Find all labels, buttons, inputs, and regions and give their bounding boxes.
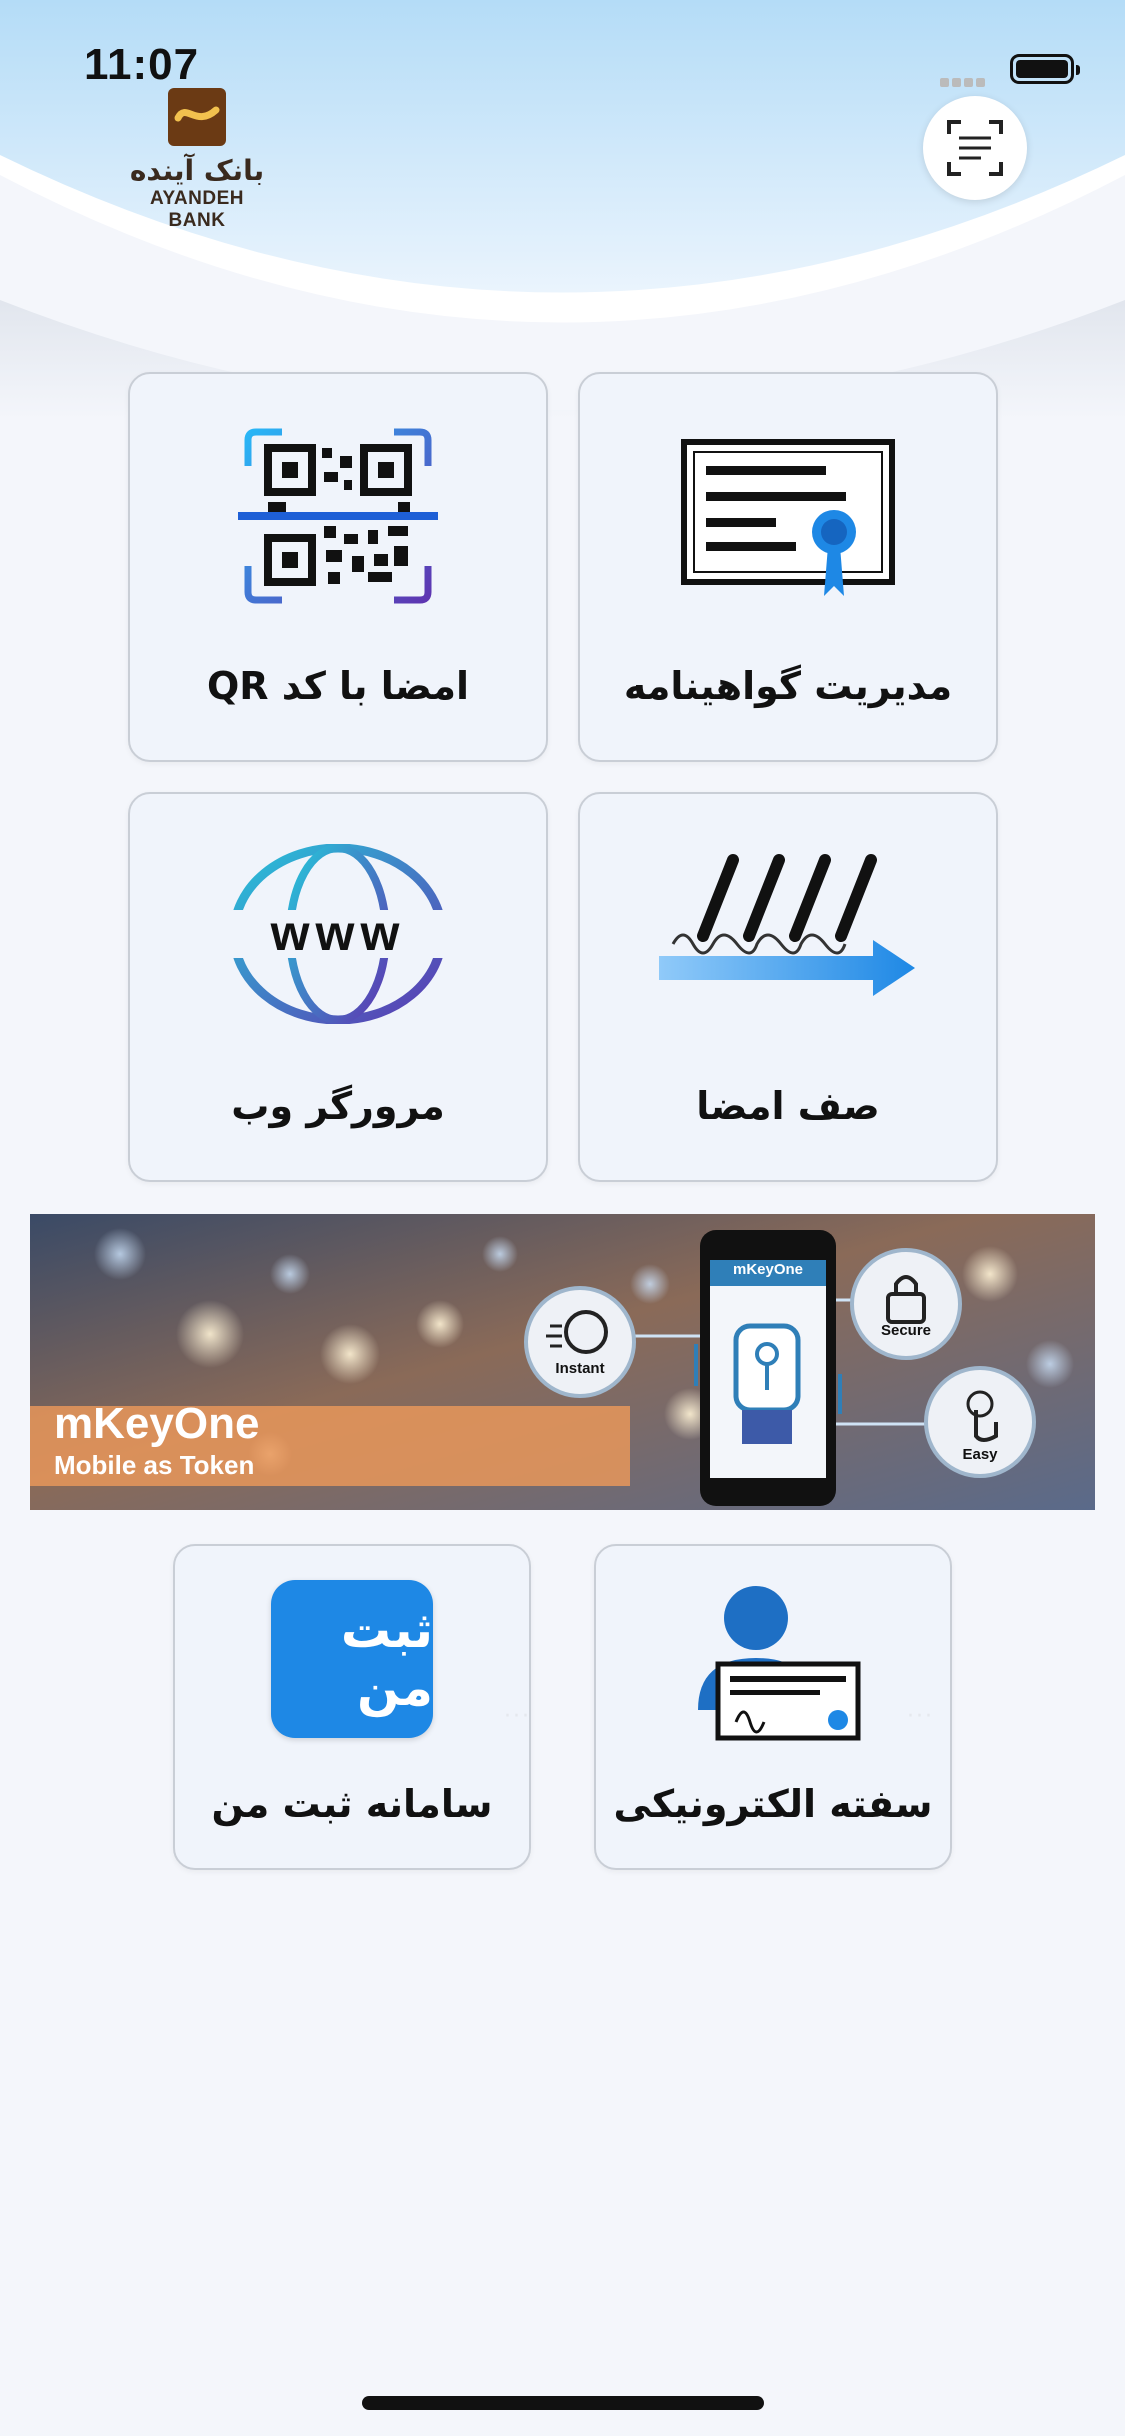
- signature-queue-tile[interactable]: صف امضا: [578, 792, 998, 1182]
- phone-header-label: mKeyOne: [732, 1261, 804, 1278]
- tile-label: صف امضا: [696, 1084, 880, 1128]
- banner-subtitle: Mobile as Token: [54, 1450, 255, 1480]
- badge-instant: Instant: [555, 1360, 605, 1377]
- svg-text:www: www: [270, 905, 406, 961]
- signal-icon: [940, 72, 988, 91]
- sign-with-qr-tile[interactable]: امضا با کد QR: [128, 372, 548, 762]
- battery-icon: [1010, 54, 1080, 84]
- home-indicator[interactable]: [362, 2396, 764, 2410]
- sabt-man-icon: ثبت من: [271, 1580, 433, 1738]
- badge-easy: Easy: [962, 1446, 998, 1463]
- banner-title: mKeyOne: [54, 1399, 260, 1448]
- certificate-management-tile[interactable]: مدیریت گواهینامه: [578, 372, 998, 762]
- scan-icon: [947, 120, 1003, 176]
- qr-code-icon: [238, 428, 438, 604]
- scan-document-button[interactable]: [923, 96, 1027, 200]
- globe-www-icon: www: [228, 844, 448, 1024]
- bank-logo: بانک آینده AYANDEH BANK: [122, 88, 272, 232]
- badge-secure: Secure: [880, 1322, 932, 1339]
- signature-queue-icon: [659, 854, 915, 996]
- mkeyone-banner[interactable]: mKeyOne Instant Secure Easy mKeyOne Mobi…: [30, 1214, 1095, 1510]
- tile-label: امضا با کد QR: [206, 664, 470, 708]
- ayandeh-logo-icon: [168, 88, 226, 146]
- tile-label: سفته الکترونیکی: [613, 1782, 933, 1826]
- header: 11:07 بانک آینده AYANDEH BANK: [0, 0, 1125, 420]
- more-dots-icon: ···: [907, 1704, 934, 1729]
- electronic-promissory-note-icon: [698, 1586, 861, 1741]
- electronic-promissory-note-tile[interactable]: ··· سفته الکترونیکی: [594, 1544, 952, 1870]
- status-time: 11:07: [84, 40, 200, 89]
- tile-label: مدیریت گواهینامه: [623, 664, 953, 708]
- tile-label: سامانه ثبت من: [211, 1782, 493, 1826]
- certificate-icon: [681, 439, 895, 596]
- web-browser-tile[interactable]: www مرورگر وب: [128, 792, 548, 1182]
- sabt-man-logo-text: ثبت من: [340, 1601, 433, 1717]
- bank-name-en: AYANDEH BANK: [150, 188, 244, 231]
- sabt-man-tile[interactable]: ثبت من ··· سامانه ثبت من: [173, 1544, 531, 1870]
- bank-name-fa: بانک آینده: [129, 154, 265, 187]
- tile-label: مرورگر وب: [231, 1084, 445, 1128]
- more-dots-icon: ···: [504, 1704, 531, 1729]
